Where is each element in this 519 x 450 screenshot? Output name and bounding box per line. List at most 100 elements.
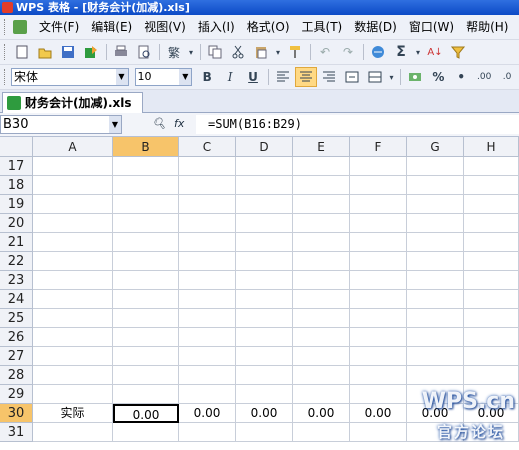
copy-icon[interactable] — [204, 42, 226, 62]
spreadsheet-grid[interactable]: A B C D E F G H 17 18 19 20 21 22 23 24 25 26 27 28 29 30 实际 0.… — [0, 137, 519, 450]
cell-g19[interactable] — [407, 195, 464, 214]
cell-b17[interactable] — [113, 157, 179, 176]
menu-tools[interactable]: 工具(T) — [296, 15, 349, 39]
cell-h21[interactable] — [464, 233, 519, 252]
row-header-25[interactable]: 25 — [0, 309, 33, 328]
merge-options-icon[interactable] — [364, 67, 386, 87]
cell-c27[interactable] — [179, 347, 236, 366]
cut-icon[interactable] — [227, 42, 249, 62]
open-icon[interactable] — [34, 42, 56, 62]
paste-icon[interactable] — [250, 42, 272, 62]
column-header-a[interactable]: A — [33, 137, 113, 157]
cell-f19[interactable] — [350, 195, 407, 214]
menu-help[interactable]: 帮助(H) — [460, 15, 514, 39]
cell-d23[interactable] — [236, 271, 293, 290]
cell-a29[interactable] — [33, 385, 113, 404]
cell-g29[interactable] — [407, 385, 464, 404]
row-header-20[interactable]: 20 — [0, 214, 33, 233]
cell-d17[interactable] — [236, 157, 293, 176]
chevron-down-icon[interactable]: ▼ — [115, 69, 128, 85]
cell-a25[interactable] — [33, 309, 113, 328]
cell-b26[interactable] — [113, 328, 179, 347]
row-header-17[interactable]: 17 — [0, 157, 33, 176]
cell-c26[interactable] — [179, 328, 236, 347]
align-left-icon[interactable] — [272, 67, 294, 87]
cell-c30[interactable]: 0.00 — [179, 404, 236, 423]
cell-e25[interactable] — [293, 309, 350, 328]
cell-e26[interactable] — [293, 328, 350, 347]
cell-d30[interactable]: 0.00 — [236, 404, 293, 423]
merge-center-icon[interactable] — [341, 67, 363, 87]
cell-f31[interactable] — [350, 423, 407, 442]
cell-h26[interactable] — [464, 328, 519, 347]
cell-g25[interactable] — [407, 309, 464, 328]
font-name-select[interactable]: 宋体 ▼ — [10, 68, 129, 86]
cell-h28[interactable] — [464, 366, 519, 385]
cell-f29[interactable] — [350, 385, 407, 404]
menu-view[interactable]: 视图(V) — [138, 15, 192, 39]
row-header-28[interactable]: 28 — [0, 366, 33, 385]
cell-e23[interactable] — [293, 271, 350, 290]
cell-a28[interactable] — [33, 366, 113, 385]
cell-f26[interactable] — [350, 328, 407, 347]
hyperlink-icon[interactable] — [367, 42, 389, 62]
cell-g17[interactable] — [407, 157, 464, 176]
cell-c20[interactable] — [179, 214, 236, 233]
cell-d31[interactable] — [236, 423, 293, 442]
traditional-chinese-icon[interactable]: 繁 — [163, 42, 185, 62]
cell-a18[interactable] — [33, 176, 113, 195]
row-header-19[interactable]: 19 — [0, 195, 33, 214]
cell-g28[interactable] — [407, 366, 464, 385]
fx-icon[interactable]: fx — [174, 117, 184, 130]
cell-g26[interactable] — [407, 328, 464, 347]
cell-g24[interactable] — [407, 290, 464, 309]
cell-h27[interactable] — [464, 347, 519, 366]
cell-d27[interactable] — [236, 347, 293, 366]
cell-g20[interactable] — [407, 214, 464, 233]
document-tab[interactable]: 财务会计(加减).xls — [2, 92, 143, 113]
cell-b31[interactable] — [113, 423, 179, 442]
cell-c23[interactable] — [179, 271, 236, 290]
filter-icon[interactable] — [447, 42, 469, 62]
menu-insert[interactable]: 插入(I) — [192, 15, 241, 39]
cell-c18[interactable] — [179, 176, 236, 195]
cell-a24[interactable] — [33, 290, 113, 309]
cell-f28[interactable] — [350, 366, 407, 385]
cell-c25[interactable] — [179, 309, 236, 328]
cell-a21[interactable] — [33, 233, 113, 252]
menu-format[interactable]: 格式(O) — [241, 15, 296, 39]
cell-f23[interactable] — [350, 271, 407, 290]
new-icon[interactable] — [11, 42, 33, 62]
save-icon[interactable] — [57, 42, 79, 62]
cell-g22[interactable] — [407, 252, 464, 271]
cell-b22[interactable] — [113, 252, 179, 271]
cell-e31[interactable] — [293, 423, 350, 442]
cell-d20[interactable] — [236, 214, 293, 233]
column-header-b[interactable]: B — [113, 137, 179, 157]
format-painter-icon[interactable] — [284, 42, 306, 62]
cell-f25[interactable] — [350, 309, 407, 328]
cell-c22[interactable] — [179, 252, 236, 271]
zoom-formula-icon[interactable]: 🔍︎ — [152, 117, 166, 130]
cell-a19[interactable] — [33, 195, 113, 214]
align-center-icon[interactable] — [294, 67, 317, 87]
column-header-h[interactable]: H — [464, 137, 519, 157]
cell-a17[interactable] — [33, 157, 113, 176]
cell-h22[interactable] — [464, 252, 519, 271]
underline-button[interactable]: U — [242, 67, 264, 87]
row-header-29[interactable]: 29 — [0, 385, 33, 404]
cell-b21[interactable] — [113, 233, 179, 252]
column-header-g[interactable]: G — [407, 137, 464, 157]
toolbar-grip[interactable] — [4, 69, 7, 85]
cell-d26[interactable] — [236, 328, 293, 347]
italic-button[interactable]: I — [219, 67, 241, 87]
cell-e27[interactable] — [293, 347, 350, 366]
cell-b18[interactable] — [113, 176, 179, 195]
cell-b25[interactable] — [113, 309, 179, 328]
column-header-e[interactable]: E — [293, 137, 350, 157]
column-header-f[interactable]: F — [350, 137, 407, 157]
align-right-icon[interactable] — [318, 67, 340, 87]
cell-c31[interactable] — [179, 423, 236, 442]
currency-icon[interactable] — [404, 67, 426, 87]
cell-e22[interactable] — [293, 252, 350, 271]
